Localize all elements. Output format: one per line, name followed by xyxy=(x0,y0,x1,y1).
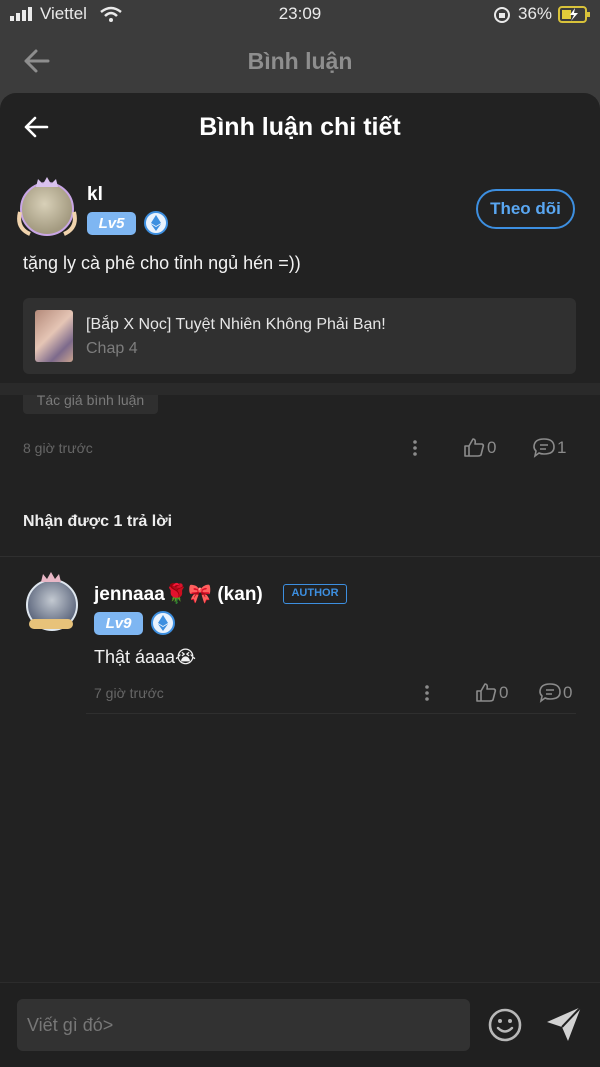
avatar-crown-icon xyxy=(36,177,58,187)
sheet-title: Bình luận chi tiết xyxy=(199,113,401,141)
emoji-icon[interactable] xyxy=(487,1007,523,1043)
comment-detail-sheet: Bình luận chi tiết kl Lv5 Theo dõi tặng … xyxy=(0,93,600,1067)
reply-more-options-icon[interactable] xyxy=(424,684,430,702)
reply-like-icon[interactable] xyxy=(475,682,497,703)
comment-timestamp: 8 giờ trước xyxy=(23,440,93,456)
avatar-wings-icon xyxy=(17,211,77,236)
section-divider xyxy=(0,383,600,395)
commenter-username[interactable]: kl xyxy=(87,184,103,206)
battery-charging-icon xyxy=(558,6,590,23)
reply-icon[interactable] xyxy=(532,437,556,459)
follow-button[interactable]: Theo dõi xyxy=(476,189,575,229)
replies-heading-divider xyxy=(0,556,600,557)
reply-level-badge: Lv9 xyxy=(94,612,143,635)
reply-timestamp: 7 giờ trước xyxy=(94,685,164,701)
reply-rank-icon xyxy=(151,611,175,635)
reply-divider xyxy=(86,713,576,714)
status-bar: Viettel 23:09 36% xyxy=(0,0,600,30)
commenter-level-badge: Lv5 xyxy=(87,212,136,235)
reply-avatar-crown-icon xyxy=(41,572,61,582)
story-card[interactable]: [Bắp X Nọc] Tuyệt Nhiên Không Phải Bạn! … xyxy=(23,298,576,374)
more-options-icon[interactable] xyxy=(412,439,418,457)
reply-author-badge: AUTHOR xyxy=(283,584,347,604)
story-thumbnail xyxy=(35,310,73,362)
orientation-lock-icon xyxy=(494,7,510,23)
comment-text: tặng ly cà phê cho tỉnh ngủ hén =)) xyxy=(23,253,301,273)
reply-reply-icon[interactable] xyxy=(538,682,562,704)
background-header: Bình luận xyxy=(0,30,600,92)
reply-reply-count: 0 xyxy=(563,683,573,702)
send-icon[interactable] xyxy=(545,1005,583,1043)
like-count: 0 xyxy=(487,438,497,457)
reply-count: 1 xyxy=(557,438,567,457)
reply-avatar[interactable] xyxy=(24,572,78,635)
story-chapter: Chap 4 xyxy=(86,340,138,357)
reply-avatar-ribbon xyxy=(29,619,73,629)
ethereum-rank-icon xyxy=(144,211,168,235)
reply-text: Thật áaaa😭 xyxy=(94,647,197,667)
commenter-avatar[interactable] xyxy=(17,177,77,236)
like-icon[interactable] xyxy=(463,437,485,458)
reply-like-count: 0 xyxy=(499,683,509,702)
reply-username[interactable]: jennaaa🌹🎀 (kan) xyxy=(94,582,263,606)
comment-input[interactable] xyxy=(17,999,470,1051)
composer-bar xyxy=(0,982,600,1067)
background-page-title: Bình luận xyxy=(247,48,353,74)
story-title: [Bắp X Nọc] Tuyệt Nhiên Không Phải Bạn! xyxy=(86,316,386,333)
replies-heading: Nhận được 1 trả lời xyxy=(23,513,173,530)
battery-percent: 36% xyxy=(518,4,553,23)
